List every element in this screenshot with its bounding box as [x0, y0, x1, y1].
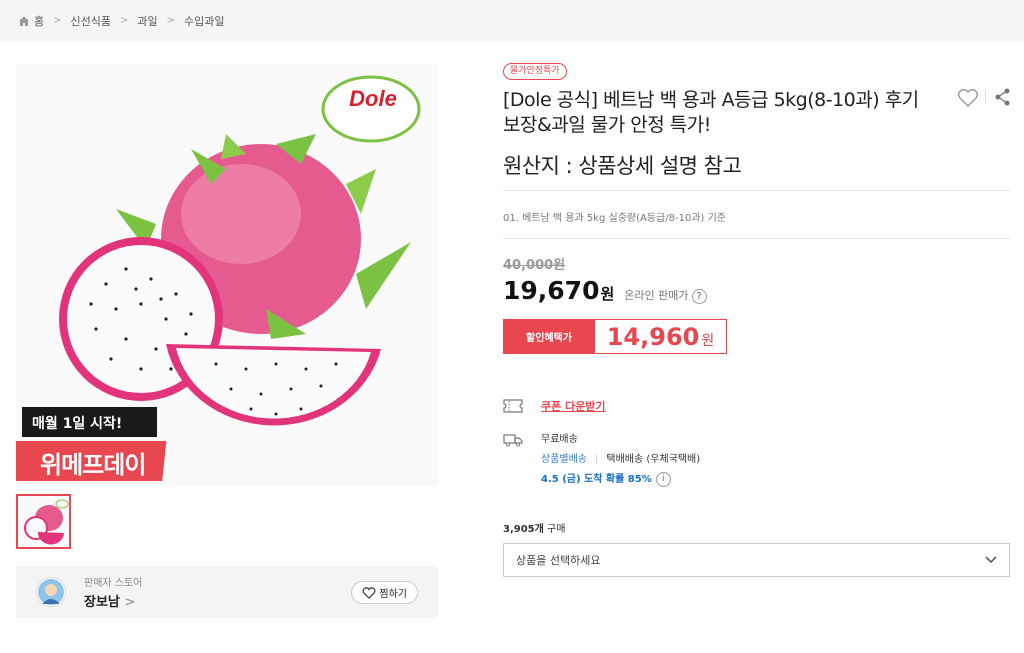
online-price-label: 온라인 판매가: [624, 289, 689, 302]
price-stability-badge: 물가안정특가: [503, 63, 567, 80]
product-main-image[interactable]: Dole 매월 1일 시작! 위메프데이: [16, 64, 438, 486]
chevron-right-icon: >: [124, 595, 136, 610]
delivery-eta: 4.5 (금) 도착 확률 85%: [541, 474, 652, 485]
heart-plus-icon: [362, 586, 376, 599]
dole-logo: Dole: [349, 86, 397, 111]
divider: [503, 238, 1010, 239]
chevron-right-icon: >: [120, 15, 129, 26]
chevron-down-icon: [985, 556, 997, 563]
benefit-price-box: 할인혜택가 14,960 원: [503, 319, 727, 354]
product-option-select[interactable]: 상품을 선택하세요: [503, 543, 1010, 577]
product-title: [Dole 공식] 베트남 백 용과 A등급 5kg(8-10과) 후기 보장&…: [503, 89, 919, 136]
breadcrumb-imported-fruit[interactable]: 수입과일: [184, 13, 224, 29]
seller-caption: 판매자 스토어: [84, 578, 143, 589]
favorite-store-label: 찜하기: [379, 589, 407, 600]
chevron-right-icon: >: [53, 15, 62, 26]
origin-text: 원산지 : 상품상세 설명 참고: [503, 154, 742, 178]
info-icon[interactable]: i: [655, 471, 671, 487]
coupon-download-link[interactable]: 쿠폰 다운받기: [541, 398, 606, 414]
truck-icon: [503, 434, 523, 447]
heart-icon[interactable]: [957, 88, 979, 108]
shipping-method: 상품별배송: [541, 454, 587, 465]
shipping-fee: 무료배송: [541, 434, 578, 445]
divider: |: [595, 454, 599, 465]
benefit-label: 할인혜택가: [503, 319, 595, 354]
purchase-count: 3,905개 구매: [503, 524, 566, 535]
chevron-right-icon: >: [166, 15, 176, 26]
favorite-store-button[interactable]: 찜하기: [351, 581, 418, 604]
share-icon[interactable]: [995, 88, 1011, 106]
divider: [985, 90, 986, 104]
benefit-price: 14,960: [606, 323, 700, 351]
breadcrumb-fruit[interactable]: 과일: [137, 13, 157, 29]
divider: [503, 190, 1010, 191]
help-icon[interactable]: ?: [691, 289, 707, 304]
sale-price: 19,670: [503, 276, 600, 305]
seller-store-box: 판매자 스토어 장보남 > 찜하기: [16, 566, 438, 618]
sale-price-unit: 원: [600, 285, 615, 303]
option-select-placeholder: 상품을 선택하세요: [516, 554, 601, 567]
home-icon[interactable]: [18, 15, 30, 27]
breadcrumb-home[interactable]: 홈: [34, 13, 44, 29]
product-thumbnail[interactable]: [16, 494, 71, 549]
seller-name-link[interactable]: 장보남 >: [84, 591, 142, 610]
option-note: 01. 베트남 백 용과 5kg 실중량(A등급/8-10과) 기준: [503, 213, 726, 224]
shipping-carrier: 택배배송 (우체국택배): [606, 454, 701, 465]
breadcrumb-fresh[interactable]: 신선식품: [71, 13, 111, 29]
seller-avatar[interactable]: [36, 577, 66, 607]
coupon-icon: [503, 399, 523, 413]
promo-line-2: 위메프데이: [40, 451, 146, 479]
breadcrumb: 홈 > 신선식품 > 과일 > 수입과일: [0, 0, 1024, 41]
original-price: 40,000원: [503, 258, 566, 273]
benefit-price-unit: 원: [701, 333, 715, 349]
promo-line-1: 매월 1일 시작!: [32, 416, 123, 432]
